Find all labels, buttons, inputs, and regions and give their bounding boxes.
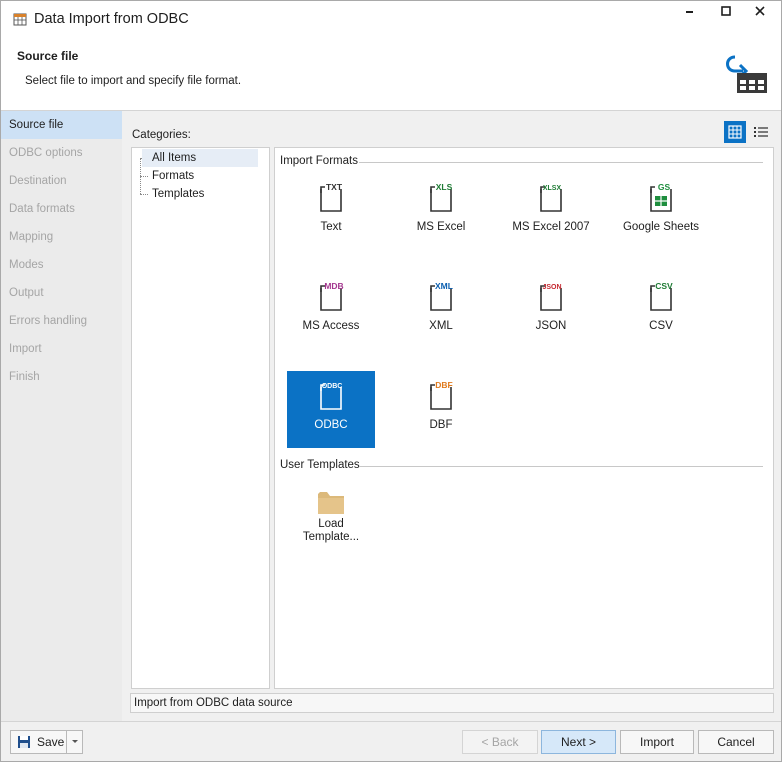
tree-item-formats[interactable]: Formats	[142, 167, 194, 185]
format-tile-json[interactable]: JSON JSON	[507, 272, 595, 349]
minimize-icon	[686, 11, 693, 13]
cancel-button[interactable]: Cancel	[698, 730, 774, 754]
text-file-icon: TXT	[320, 182, 343, 212]
close-icon	[755, 6, 765, 16]
xml-format-tag: XML	[435, 281, 453, 291]
format-tile-google-sheets[interactable]: GS Google Sheets	[617, 173, 705, 250]
load-template-label: Load Template...	[287, 518, 375, 544]
load-template-line2: Template...	[302, 531, 360, 543]
import-button[interactable]: Import	[620, 730, 694, 754]
save-options-dropdown[interactable]	[66, 730, 83, 754]
google-sheets-format-tag: GS	[658, 182, 671, 192]
dbf-file-icon: DBF	[430, 380, 453, 410]
tree-item-templates[interactable]: Templates	[142, 185, 204, 203]
format-tile-label: MS Excel	[416, 221, 466, 233]
format-tile-label: MS Excel 2007	[512, 221, 590, 233]
format-tile-odbc[interactable]: ODBC ODBC	[287, 371, 375, 448]
ms-access-format-tag: MDB	[324, 281, 343, 291]
google-sheets-file-icon: GS	[650, 182, 672, 212]
format-tile-label: XML	[429, 320, 453, 332]
format-tile-ms-access[interactable]: MDB MS Access	[287, 272, 375, 349]
save-label: Save	[37, 735, 65, 749]
chevron-down-icon	[71, 740, 78, 743]
tree-item-all-items[interactable]: All Items	[142, 149, 258, 167]
import-formats-heading: Import Formats	[280, 155, 358, 167]
group-divider	[359, 466, 763, 467]
title-bar: Data Import from ODBC	[1, 1, 781, 39]
odbc-format-tag: ODBC	[322, 383, 343, 390]
maximize-button[interactable]	[711, 5, 741, 25]
save-button[interactable]: Save	[10, 730, 67, 754]
load-template-tile[interactable]: Load Template...	[287, 478, 375, 555]
load-template-line1: Load	[318, 518, 344, 530]
nav-item-import[interactable]: Import	[1, 335, 122, 363]
group-divider	[359, 162, 763, 163]
back-button[interactable]: < Back	[462, 730, 538, 754]
json-file-icon: JSON	[540, 284, 562, 311]
text-format-tag: TXT	[326, 182, 343, 192]
grid-view-icon	[728, 125, 742, 139]
status-description: Import from ODBC data source	[130, 693, 774, 713]
format-tile-label: Text	[320, 221, 342, 233]
format-tile-label: CSV	[649, 320, 673, 332]
step-description: Select file to import and specify file f…	[25, 75, 242, 87]
ms-excel-2007-format-tag: XLSX	[543, 185, 562, 192]
step-title: Source file	[17, 49, 79, 63]
next-button[interactable]: Next >	[541, 730, 616, 754]
folder-icon	[318, 492, 344, 514]
format-tile-label: JSON	[535, 320, 567, 332]
format-tile-text[interactable]: TXT Text	[287, 173, 375, 250]
nav-item-finish[interactable]: Finish	[1, 363, 122, 391]
odbc-file-icon: ODBC	[320, 383, 343, 410]
categories-label: Categories:	[132, 129, 191, 141]
wizard-steps-nav: Source file ODBC options Destination Dat…	[1, 111, 122, 721]
wizard-footer: Save < Back Next > Import Cancel	[1, 721, 781, 761]
main-panel: Categories: All Items Formats Templates	[122, 111, 781, 721]
save-disk-icon	[18, 736, 30, 748]
list-view-button[interactable]	[750, 121, 772, 143]
nav-item-odbc-options[interactable]: ODBC options	[1, 139, 122, 167]
format-tile-xml[interactable]: XML XML	[397, 272, 485, 349]
format-tile-csv[interactable]: CSV CSV	[617, 272, 705, 349]
grid-view-button[interactable]	[724, 121, 746, 143]
user-templates-heading: User Templates	[280, 459, 360, 471]
xml-file-icon: XML	[430, 281, 453, 311]
categories-tree: All Items Formats Templates	[131, 147, 270, 689]
close-button[interactable]	[745, 5, 775, 25]
format-tile-label: DBF	[429, 419, 453, 431]
ms-access-file-icon: MDB	[320, 281, 344, 311]
table-app-icon	[13, 13, 27, 26]
nav-item-mapping[interactable]: Mapping	[1, 223, 122, 251]
ms-excel-2007-file-icon: XLSX	[540, 185, 562, 212]
format-tile-label: Google Sheets	[622, 221, 700, 233]
maximize-icon	[721, 6, 731, 16]
nav-item-source-file[interactable]: Source file	[1, 111, 122, 139]
nav-item-errors-handling[interactable]: Errors handling	[1, 307, 122, 335]
ms-excel-file-icon: XLS	[430, 182, 453, 212]
format-tile-label: ODBC	[314, 419, 348, 431]
format-tile-dbf[interactable]: DBF DBF	[397, 371, 485, 448]
minimize-button[interactable]	[675, 5, 705, 25]
nav-item-modes[interactable]: Modes	[1, 251, 122, 279]
nav-item-data-formats[interactable]: Data formats	[1, 195, 122, 223]
import-table-icon	[726, 55, 767, 93]
wizard-header: Source file Select file to import and sp…	[1, 39, 781, 111]
import-wizard-window: Data Import from ODBC Source file Select…	[0, 0, 782, 762]
format-tile-ms-excel[interactable]: XLS MS Excel	[397, 173, 485, 250]
list-view-icon	[754, 127, 768, 137]
ms-excel-format-tag: XLS	[436, 182, 453, 192]
csv-file-icon: CSV	[650, 281, 673, 311]
format-tile-label: MS Access	[302, 320, 360, 332]
format-tile-ms-excel-2007[interactable]: XLSX MS Excel 2007	[507, 173, 595, 250]
nav-item-destination[interactable]: Destination	[1, 167, 122, 195]
dbf-format-tag: DBF	[435, 380, 452, 390]
json-format-tag: JSON	[542, 284, 561, 291]
formats-gallery: Import Formats TXT Text XLS MS Excel XLSX MS …	[274, 147, 774, 689]
nav-item-output[interactable]: Output	[1, 279, 122, 307]
csv-format-tag: CSV	[655, 281, 673, 291]
window-title: Data Import from ODBC	[34, 11, 189, 27]
